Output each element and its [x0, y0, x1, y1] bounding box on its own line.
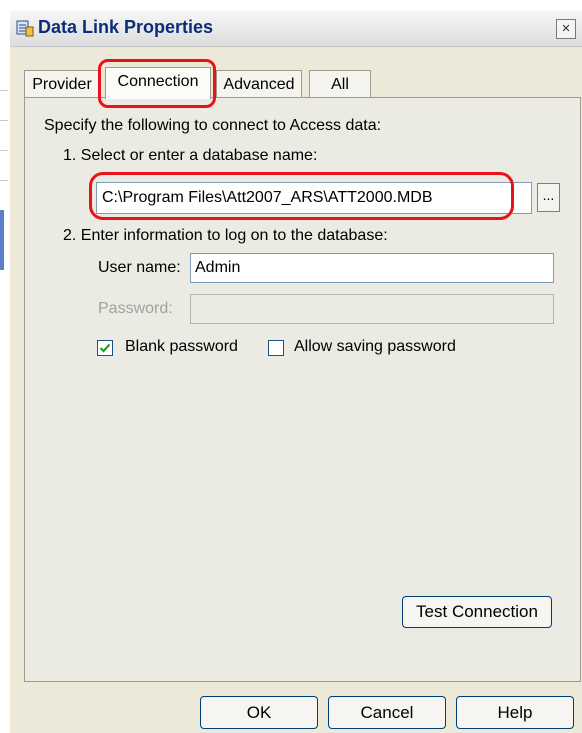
- test-connection-label: Test Connection: [416, 602, 538, 621]
- window-title: Data Link Properties: [38, 17, 214, 37]
- title-bar[interactable]: Data Link Properties ×: [10, 10, 582, 47]
- edge-mark: [0, 180, 8, 181]
- allow-saving-password-label: Allow saving password: [294, 338, 456, 355]
- allow-saving-password-checkbox[interactable]: [268, 340, 284, 356]
- blank-password-label: Blank password: [125, 338, 238, 355]
- help-button-label: Help: [497, 703, 533, 722]
- tab-advanced[interactable]: Advanced: [216, 70, 302, 98]
- username-label: User name:: [98, 259, 181, 276]
- tab-all-label: All: [331, 76, 349, 93]
- tab-provider[interactable]: Provider: [24, 70, 100, 98]
- ok-button-label: OK: [246, 703, 272, 722]
- edge-mark: [0, 90, 8, 91]
- edge-mark: [0, 120, 8, 121]
- cancel-button-label: Cancel: [360, 703, 414, 722]
- database-name-highlight: [89, 172, 514, 220]
- edge-mark: [0, 150, 8, 151]
- step2-label: 2. Enter information to log on to the da…: [63, 227, 388, 244]
- step1-label: 1. Select or enter a database name:: [63, 147, 318, 164]
- tab-all[interactable]: All: [309, 70, 371, 98]
- password-label: Password:: [98, 300, 173, 317]
- ok-button[interactable]: OK: [200, 696, 318, 729]
- close-icon: ×: [561, 20, 571, 37]
- username-value: Admin: [195, 259, 241, 276]
- left-edge-background: [0, 0, 10, 733]
- test-connection-button[interactable]: Test Connection: [402, 596, 552, 628]
- browse-button[interactable]: ...: [537, 183, 560, 212]
- close-button[interactable]: ×: [556, 19, 576, 39]
- blank-password-checkbox[interactable]: [97, 340, 113, 356]
- intro-label: Specify the following to connect to Acce…: [44, 117, 382, 134]
- checkmark-icon: [99, 343, 111, 353]
- cancel-button[interactable]: Cancel: [328, 696, 446, 729]
- password-input[interactable]: [190, 294, 554, 324]
- browse-button-label: ...: [542, 187, 555, 203]
- connection-tab-highlight: [98, 59, 216, 108]
- data-link-properties-dialog: Data Link Properties × Provider Connecti…: [10, 10, 582, 733]
- edge-selection-mark: [0, 210, 4, 270]
- tab-advanced-label: Advanced: [223, 76, 295, 93]
- tab-provider-label: Provider: [32, 76, 92, 93]
- data-link-icon: [16, 20, 34, 37]
- help-button[interactable]: Help: [456, 696, 574, 729]
- username-input[interactable]: Admin: [190, 253, 554, 283]
